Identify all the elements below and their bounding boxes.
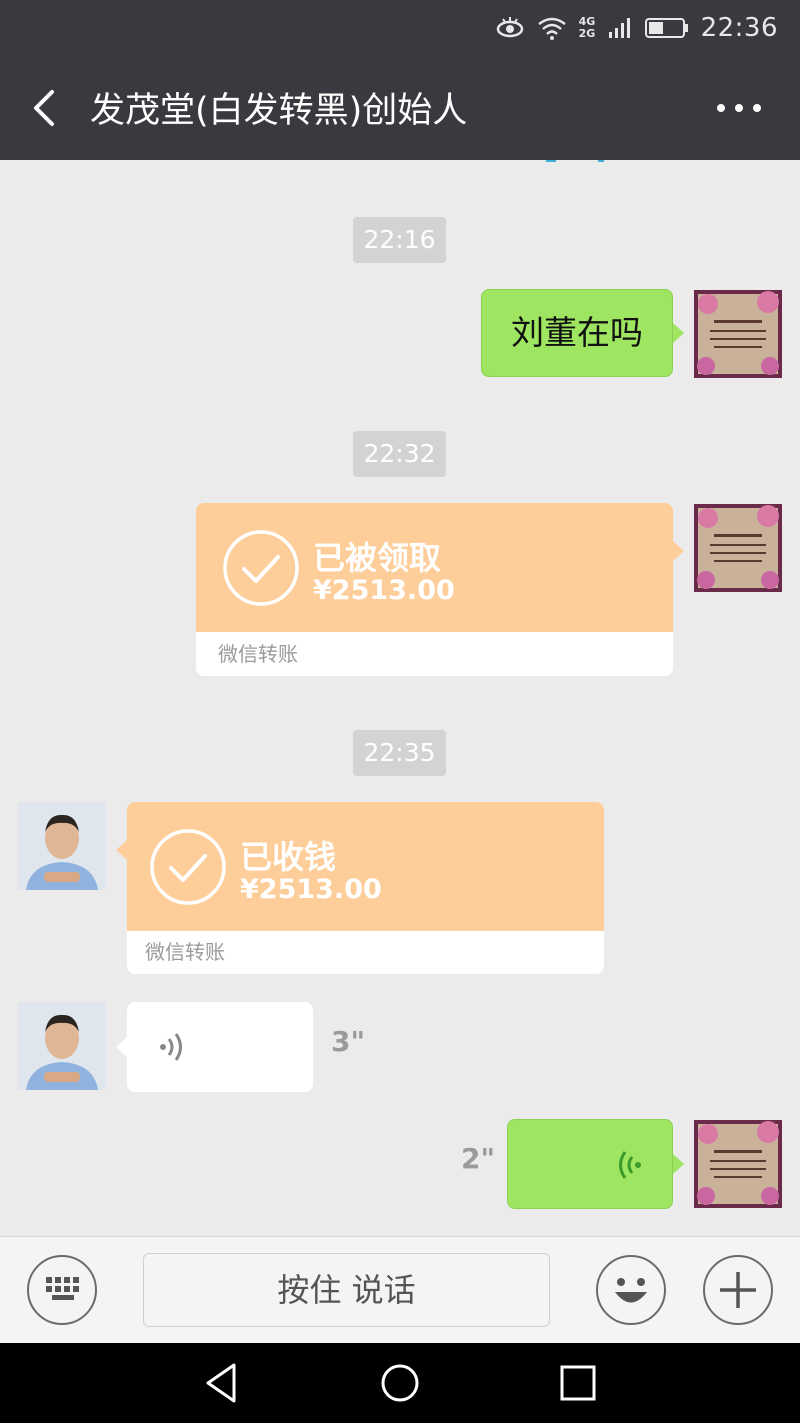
contact-avatar[interactable] <box>18 802 106 890</box>
chat-title: 发茂堂(白发转黑)创始人 <box>90 91 468 131</box>
sent-text-bubble[interactable]: 刘董在吗 <box>481 289 673 377</box>
emoji-button[interactable] <box>596 1255 666 1325</box>
contact-avatar-image <box>18 1002 106 1090</box>
my-avatar-image <box>694 504 782 592</box>
eye-icon <box>496 17 523 38</box>
incoming-voice-message[interactable] <box>127 1002 313 1092</box>
transfer-card-received[interactable]: 已被领取 ¥2513.00 微信转账 <box>196 503 673 676</box>
status-bar: 4G 2G 22:36 <box>495 10 778 46</box>
title-bar: 发茂堂(白发转黑)创始人 <box>0 70 800 146</box>
bubble-tail <box>673 541 684 561</box>
my-avatar-image <box>694 290 782 378</box>
contact-avatar[interactable] <box>18 1002 106 1090</box>
check-circle-icon <box>223 530 299 606</box>
voice-wave-icon <box>619 1151 641 1179</box>
contact-avatar-image <box>18 802 106 890</box>
more-functions-button[interactable] <box>703 1255 773 1325</box>
battery-icon <box>644 18 688 38</box>
transfer-status: 已收钱 <box>240 838 337 876</box>
timestamp: 22:32 <box>353 431 446 477</box>
nav-recents-icon[interactable] <box>556 1361 600 1405</box>
previous-message-fragment <box>546 160 604 162</box>
timestamp: 22:16 <box>353 217 446 263</box>
back-arrow-icon[interactable] <box>26 84 66 132</box>
more-options-icon[interactable] <box>714 92 764 124</box>
outgoing-voice-message[interactable] <box>507 1119 673 1209</box>
signal-icon <box>608 18 630 38</box>
check-circle-icon <box>150 829 226 905</box>
voice-wave-icon <box>160 1033 182 1061</box>
wifi-icon <box>537 17 566 40</box>
voice-duration: 2" <box>461 1142 496 1175</box>
keyboard-toggle-button[interactable] <box>27 1255 97 1325</box>
input-bar: 按住 说话 <box>0 1236 800 1343</box>
timestamp: 22:35 <box>353 730 446 776</box>
keyboard-icon <box>46 1277 79 1300</box>
my-avatar-image <box>694 1120 782 1208</box>
bubble-tail <box>673 323 684 343</box>
transfer-status: 已被领取 <box>313 539 442 577</box>
nav-home-icon[interactable] <box>378 1361 422 1405</box>
bubble-tail <box>116 1037 127 1057</box>
hold-to-talk-button[interactable]: 按住 说话 <box>143 1253 550 1327</box>
nav-back-icon[interactable] <box>200 1361 244 1405</box>
my-avatar[interactable] <box>694 1120 782 1208</box>
chat-area[interactable]: 22:16 刘董在吗 22:32 已被领取 ¥2513.00 微信转账 22:3… <box>0 160 800 1236</box>
smiley-icon <box>615 1278 647 1303</box>
voice-duration: 3" <box>331 1025 366 1058</box>
bubble-tail <box>116 840 127 860</box>
top-bar: 4G 2G 22:36 发茂堂(白发转黑)创始人 <box>0 0 800 160</box>
plus-icon <box>720 1272 756 1308</box>
network-label: 4G 2G <box>578 15 596 40</box>
status-time: 22:36 <box>700 13 778 43</box>
system-nav-bar <box>0 1343 800 1423</box>
my-avatar[interactable] <box>694 504 782 592</box>
my-avatar[interactable] <box>694 290 782 378</box>
transfer-footer: 微信转账 <box>218 642 298 666</box>
transfer-amount: ¥2513.00 <box>313 575 455 606</box>
transfer-card-collected[interactable]: 已收钱 ¥2513.00 微信转账 <box>127 802 604 974</box>
bubble-tail <box>673 1154 684 1174</box>
transfer-footer: 微信转账 <box>145 940 225 964</box>
transfer-amount: ¥2513.00 <box>240 874 382 905</box>
